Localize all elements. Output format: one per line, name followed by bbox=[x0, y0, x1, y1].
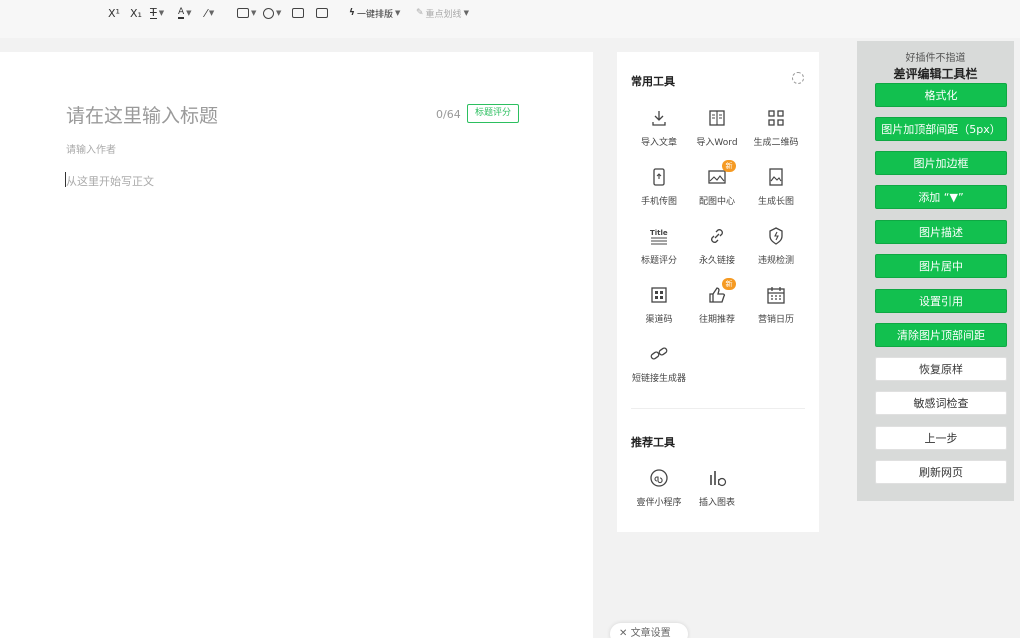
insert-chart-icon bbox=[707, 468, 727, 488]
tool-short-link[interactable]: 短链接生成器 bbox=[624, 344, 694, 384]
image-top-spacing-button[interactable]: 图片加顶部间距（5px） bbox=[875, 117, 1007, 141]
qrcode-icon bbox=[766, 108, 786, 128]
chevron-down-icon: ▼ bbox=[158, 9, 165, 17]
helper-title: 差评编辑工具栏 bbox=[893, 67, 978, 81]
close-icon: ✕ bbox=[619, 628, 628, 638]
image-icon bbox=[237, 8, 249, 18]
insert-template-button[interactable] bbox=[292, 5, 304, 21]
title-input[interactable]: 请在这里输入标题 bbox=[66, 101, 218, 128]
tool-label: 营销日历 bbox=[757, 315, 794, 325]
tool-label: 短链接生成器 bbox=[631, 374, 686, 384]
chevron-down-icon: ▼ bbox=[186, 9, 192, 17]
new-badge: 新 bbox=[722, 160, 736, 172]
image-center-icon: 新 bbox=[707, 160, 736, 187]
highlight-marking-label: 重点划线 bbox=[425, 9, 462, 20]
undo-button[interactable]: 上一步 bbox=[875, 426, 1007, 450]
one-click-format-button[interactable]: ϟ 一键排版 ▼ bbox=[349, 5, 400, 21]
long-image-icon bbox=[766, 167, 786, 187]
chevron-down-icon: ▼ bbox=[276, 9, 282, 17]
toolbox-button[interactable] bbox=[316, 5, 328, 21]
svg-text:Title: Title bbox=[650, 229, 668, 237]
phone-upload-icon bbox=[649, 167, 669, 187]
new-badge: 新 bbox=[722, 278, 736, 290]
chevron-down-icon: ▼ bbox=[394, 9, 401, 17]
tool-qrcode[interactable]: 生成二维码 bbox=[741, 108, 811, 148]
article-settings-label: 文章设置 bbox=[630, 628, 671, 638]
pen-icon: ✎ bbox=[416, 8, 424, 18]
image-border-button[interactable]: 图片加边框 bbox=[875, 151, 1007, 175]
image-description-button[interactable]: 图片描述 bbox=[875, 220, 1007, 244]
import-word-icon bbox=[707, 108, 727, 128]
format-button[interactable]: 格式化 bbox=[875, 83, 1007, 107]
chevron-down-icon: ▼ bbox=[251, 9, 257, 17]
recommended-tools-title: 推荐工具 bbox=[631, 436, 675, 449]
font-color-button[interactable]: A ▼ bbox=[178, 5, 192, 21]
superscript-button[interactable]: X¹ bbox=[108, 5, 120, 21]
tool-marketing-calendar[interactable]: 营销日历 bbox=[741, 285, 811, 325]
highlight-marking-button[interactable]: ✎ 重点划线 ▼ bbox=[416, 5, 469, 21]
magic-format-button[interactable]: ⁄ ▼ bbox=[205, 5, 214, 21]
author-input[interactable]: 请输入作者 bbox=[66, 141, 116, 156]
gear-icon[interactable] bbox=[792, 72, 804, 84]
image-center-button[interactable]: 图片居中 bbox=[875, 254, 1007, 278]
superscript-label: X¹ bbox=[108, 6, 120, 20]
editor-toolbar: X¹ X₁ T ▼ A ▼ ⁄ ▼ ▼ ▼ ϟ 一键排版 ▼ ✎ 重点划线 ▼ bbox=[0, 0, 1020, 38]
magic-wand-icon: ⁄ bbox=[205, 6, 207, 20]
subscript-button[interactable]: X₁ bbox=[130, 5, 142, 21]
tool-long-image[interactable]: 生成长图 bbox=[741, 167, 811, 207]
helper-subtitle: 好插件不指道 bbox=[905, 53, 966, 64]
past-recommend-icon: 新 bbox=[707, 278, 736, 305]
calendar-icon bbox=[766, 285, 786, 305]
body-input[interactable]: 从这里开始写正文 bbox=[66, 173, 154, 189]
title-score-icon: Title bbox=[649, 226, 669, 246]
common-tools-title: 常用工具 bbox=[631, 75, 675, 88]
tool-label: 违规检测 bbox=[757, 256, 794, 266]
violation-check-icon bbox=[766, 226, 786, 246]
refresh-page-button[interactable]: 刷新网页 bbox=[875, 460, 1007, 484]
strikethrough-icon: T bbox=[150, 5, 157, 19]
restore-button[interactable]: 恢复原样 bbox=[875, 357, 1007, 381]
one-click-format-label: 一键排版 bbox=[356, 9, 393, 20]
channel-code-icon bbox=[649, 285, 669, 305]
chevron-down-icon: ▼ bbox=[463, 9, 469, 17]
tool-label: 生成长图 bbox=[757, 197, 794, 207]
import-article-icon bbox=[649, 108, 669, 128]
insert-image-button[interactable]: ▼ bbox=[237, 5, 256, 21]
toolbox-icon bbox=[316, 8, 328, 18]
tool-label: 生成二维码 bbox=[753, 138, 799, 148]
template-icon bbox=[292, 8, 304, 18]
add-triangle-button[interactable]: 添加 “▼” bbox=[875, 185, 1007, 209]
title-score-button[interactable]: 标题评分 bbox=[467, 104, 519, 123]
permanent-link-icon bbox=[707, 226, 727, 246]
clear-image-spacing-button[interactable]: 清除图片顶部间距 bbox=[875, 323, 1007, 347]
tools-panel: 常用工具 导入文章 导入Word 生成二维码 手机传图 新 配图中心 生成长图 … bbox=[617, 52, 819, 532]
tool-violation-check[interactable]: 违规检测 bbox=[741, 226, 811, 266]
section-divider bbox=[631, 408, 805, 409]
set-quote-button[interactable]: 设置引用 bbox=[875, 289, 1007, 313]
helper-toolbox: 好插件不指道 差评编辑工具栏 格式化 图片加顶部间距（5px） 图片加边框 添加… bbox=[857, 41, 1014, 501]
tool-insert-chart[interactable]: 插入图表 bbox=[682, 468, 752, 508]
strikethrough-button[interactable]: T ▼ bbox=[150, 5, 164, 21]
emoji-button[interactable]: ▼ bbox=[263, 5, 281, 21]
tool-label: 插入图表 bbox=[698, 498, 735, 508]
sensitive-words-check-button[interactable]: 敏感词检查 bbox=[875, 391, 1007, 415]
font-color-icon: A bbox=[178, 7, 185, 19]
chevron-down-icon: ▼ bbox=[208, 9, 215, 17]
subscript-label: X₁ bbox=[130, 6, 142, 20]
emoji-icon bbox=[263, 7, 274, 19]
title-char-count: 0/64 bbox=[436, 108, 461, 121]
mini-program-icon bbox=[649, 468, 669, 488]
lightning-icon: ϟ bbox=[349, 8, 355, 18]
article-editor[interactable]: 请在这里输入标题 0/64 标题评分 请输入作者 从这里开始写正文 bbox=[0, 52, 593, 638]
short-link-icon bbox=[649, 344, 669, 364]
article-settings-button[interactable]: ✕ 文章设置 bbox=[610, 623, 688, 638]
